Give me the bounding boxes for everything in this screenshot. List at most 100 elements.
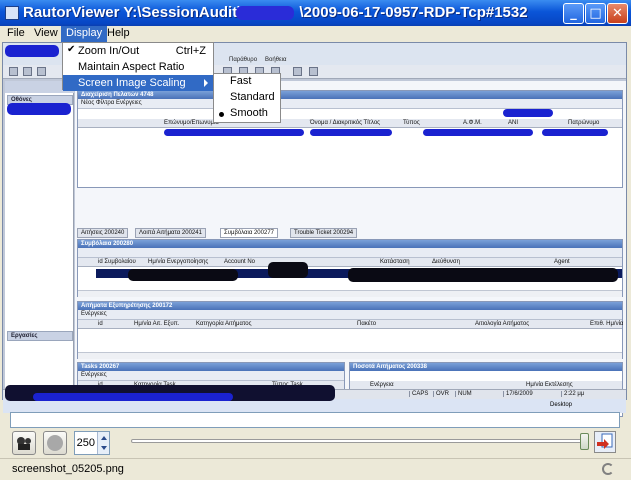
submenu-item-smooth[interactable]: Smooth xyxy=(214,106,280,122)
column-header: Επώνυμο/Επωνυμία xyxy=(164,120,219,126)
contracts-grid-header: id Συμβολαίου Ημ/νία Ενεργοποίησης Accou… xyxy=(78,258,622,267)
spinner-arrows-icon xyxy=(101,436,107,450)
timeline-track[interactable] xyxy=(10,412,620,428)
export-icon xyxy=(597,433,613,449)
tab-other-requests: Λοιπά Αιτήματα 200241 xyxy=(135,228,206,238)
menu-item-aspect-label: Maintain Aspect Ratio xyxy=(78,61,185,73)
remote-left-section-tasks: Εργασίες xyxy=(7,331,73,341)
menu-display[interactable]: Display xyxy=(61,26,108,42)
remote-tool-icon xyxy=(23,67,32,76)
menu-item-scaling-label: Screen Image Scaling xyxy=(78,77,186,89)
menu-item-scaling[interactable]: Screen Image Scaling xyxy=(63,75,213,91)
column-header: Α.Φ.Μ. xyxy=(463,120,482,126)
column-header: Ημ/νία Ενεργοποίησης xyxy=(148,259,209,265)
menu-file[interactable]: File xyxy=(2,26,30,42)
status-date: 17/6/2009 xyxy=(503,391,533,397)
current-filename: screenshot_05205.png xyxy=(12,463,124,475)
file-status-bar: screenshot_05205.png xyxy=(0,458,631,480)
remote-menu-help: Βοήθεια xyxy=(265,57,287,63)
redaction-scribble xyxy=(164,129,304,136)
window-title-suffix: \2009-06-17-0957-RDP-Tcp#1532 xyxy=(299,4,528,21)
column-header: Ημ/νία Αιτ. Εξυπ. xyxy=(134,321,180,327)
film-reel-icon xyxy=(17,437,31,450)
menu-item-zoom[interactable]: ✔ Zoom In/Out Ctrl+Z xyxy=(63,43,213,59)
tasks-panel-title: Tasks 200267 xyxy=(78,363,344,371)
maximize-button[interactable]: □ xyxy=(585,3,606,24)
redaction-scribble xyxy=(33,393,233,401)
tab-applications: Αιτήσεις 200240 xyxy=(77,228,129,238)
menu-item-aspect-ratio[interactable]: Maintain Aspect Ratio xyxy=(63,59,213,75)
redaction-scribble xyxy=(7,103,71,115)
remote-menu-window: Παράθυρο xyxy=(229,57,258,63)
status-ovr: OVR xyxy=(433,391,449,397)
tab-contracts: Συμβόλαια 200277 xyxy=(220,228,278,238)
recorded-screen: Παράθυρο Βοήθεια Οθόνες Εργασίες Διαχείρ… xyxy=(2,42,627,417)
customers-panel-title: Διαχείριση Πελατών 4748 xyxy=(78,91,622,99)
customers-panel-tools: Νέος Φίλτρα Ενέργειες xyxy=(78,99,622,109)
customers-panel: Διαχείριση Πελατών 4748 Νέος Φίλτρα Ενέρ… xyxy=(77,90,623,188)
column-header: Τύπος xyxy=(403,120,420,126)
title-bar[interactable]: RautorViewer Y:\SessionAudit\ \2009-06-17… xyxy=(0,0,631,26)
column-header: Πατρώνυμο xyxy=(568,120,600,126)
column-header: id Συμβολαίου xyxy=(98,259,136,265)
menu-item-zoom-shortcut: Ctrl+Z xyxy=(175,45,206,57)
remote-taskbar: Desktop xyxy=(3,399,626,413)
remote-left-pane: Οθόνες Εργασίες xyxy=(5,81,74,399)
submenu-item-fast[interactable]: Fast xyxy=(214,74,280,90)
redaction-scribble xyxy=(268,262,308,278)
service-requests-panel: Αιτήματα Εξυπηρέτησης 200172 Ενέργειες i… xyxy=(77,301,623,359)
column-header: Πακέτο xyxy=(357,321,377,327)
redaction-scribble xyxy=(128,269,238,281)
contracts-panel: Συμβόλαια 200280 id Συμβολαίου Ημ/νία Εν… xyxy=(77,239,623,297)
submenu-item-smooth-label: Smooth xyxy=(230,107,268,119)
column-header: Επιθ. Ημ/νία xyxy=(590,321,624,327)
redaction-scribble xyxy=(5,45,59,57)
remote-tool-icon xyxy=(309,67,318,76)
menu-help[interactable]: Help xyxy=(102,26,135,42)
service-requests-grid-header: id Ημ/νία Αιτ. Εξυπ. Κατηγορία Αιτήματος… xyxy=(78,320,624,329)
check-icon: ✔ xyxy=(67,44,76,55)
app-icon xyxy=(5,6,19,20)
minimize-button[interactable]: _ xyxy=(563,3,584,24)
remote-tool-icon xyxy=(37,67,46,76)
submenu-arrow-icon xyxy=(204,79,208,87)
position-slider-thumb[interactable] xyxy=(580,433,589,450)
stop-button[interactable] xyxy=(43,431,67,455)
menu-bar: File View Display Help xyxy=(0,26,631,42)
display-menu: ✔ Zoom In/Out Ctrl+Z Maintain Aspect Rat… xyxy=(62,42,214,91)
speed-spinner[interactable] xyxy=(97,432,109,454)
redaction-scribble xyxy=(348,268,618,282)
scaling-submenu: Fast Standard Smooth xyxy=(213,73,281,123)
position-slider-track[interactable] xyxy=(131,439,587,443)
close-button[interactable]: ✕ xyxy=(607,3,628,24)
service-requests-panel-title: Αιτήματα Εξυπηρέτησης 200172 xyxy=(78,302,622,310)
column-header: Agent xyxy=(554,259,570,265)
menu-item-zoom-label: Zoom In/Out xyxy=(78,45,140,57)
refresh-icon[interactable] xyxy=(602,463,614,475)
remote-main-pane: Διαχείριση Πελατών 4748 Νέος Φίλτρα Ενέρ… xyxy=(75,81,626,417)
remote-tool-icon xyxy=(9,67,18,76)
column-header: Αιτιολογία Αιτήματος xyxy=(475,321,530,327)
column-header: Διεύθυνση xyxy=(432,259,460,265)
remote-tabs: Αιτήσεις 200240 Λοιπά Αιτήματα 200241 Συ… xyxy=(77,228,623,238)
menu-view[interactable]: View xyxy=(29,26,63,42)
redaction-scribble xyxy=(310,129,392,136)
horizontal-scrollbar xyxy=(78,352,622,359)
viewer-window: RautorViewer Y:\SessionAudit\ \2009-06-17… xyxy=(0,0,631,480)
redaction-scribble xyxy=(564,129,608,136)
remote-tool-icon xyxy=(293,67,302,76)
tasks-panel-tools: Ενέργειες xyxy=(78,371,344,381)
status-num: NUM xyxy=(455,391,472,397)
status-caps: CAPS xyxy=(409,391,428,397)
contracts-panel-title: Συμβόλαια 200280 xyxy=(78,240,622,248)
window-title-prefix: RautorViewer Y:\SessionAudit\ xyxy=(23,4,242,21)
request-actions-panel-title: Ποσοτά Αιτήματος 200338 xyxy=(350,363,622,371)
export-button[interactable] xyxy=(594,431,616,453)
speed-stepper[interactable]: 250 xyxy=(74,431,110,455)
customers-grid-header: Επώνυμο/Επωνυμία Όνομα / Διακριτικός Τίτ… xyxy=(78,119,622,128)
horizontal-scrollbar xyxy=(78,290,622,297)
submenu-item-standard[interactable]: Standard xyxy=(214,90,280,106)
play-button[interactable] xyxy=(12,431,36,455)
redaction-scribble xyxy=(236,6,294,20)
column-header: Account No xyxy=(224,259,256,265)
